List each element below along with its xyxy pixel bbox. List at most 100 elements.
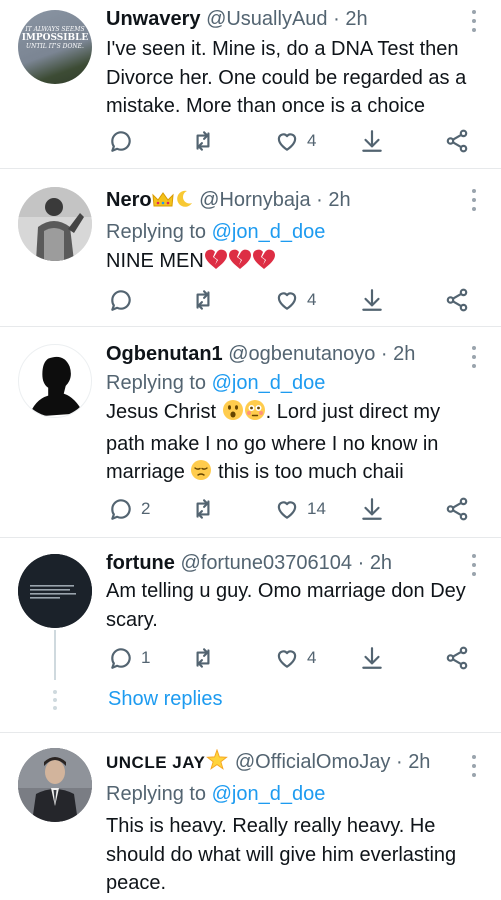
tweet[interactable]: IT ALWAYS SEEMS IMPOSSIBLE UNTIL IT'S DO… xyxy=(0,0,501,168)
thread-dots-icon xyxy=(52,690,58,710)
tweet-text: Jesus Christ . Lord just direct my path … xyxy=(106,398,467,490)
tweet-actions: 1 4 xyxy=(106,644,478,672)
reply-icon xyxy=(111,131,131,152)
timestamp[interactable]: 2h xyxy=(345,8,367,30)
tweet[interactable]: fortune @fortune03706104 · 2h Am telling… xyxy=(0,538,501,678)
retweet-icon xyxy=(196,290,210,310)
share-button[interactable] xyxy=(444,286,470,314)
share-icon xyxy=(446,288,468,312)
like-icon xyxy=(277,292,297,310)
separator: · xyxy=(333,8,340,30)
display-name[interactable]: Nero xyxy=(106,189,152,211)
display-name[interactable]: Unwavery xyxy=(106,8,201,30)
user-handle[interactable]: @OfficialOmoJay xyxy=(235,751,391,773)
thread-line xyxy=(54,630,56,680)
download-button[interactable] xyxy=(359,286,385,314)
user-handle[interactable]: @Hornybaja xyxy=(199,189,310,211)
share-button[interactable] xyxy=(444,644,470,672)
like-button[interactable]: 4 xyxy=(274,286,316,314)
like-button[interactable]: 4 xyxy=(274,127,316,155)
reply-button[interactable]: 2 xyxy=(108,495,150,523)
tweet-text-part: this is too much chaii xyxy=(212,461,404,483)
retweet-button[interactable] xyxy=(190,286,223,314)
reply-button[interactable]: 1 xyxy=(108,644,150,672)
broken-heart-icon xyxy=(252,248,276,279)
like-icon xyxy=(277,133,297,151)
tweet[interactable]: Ogbenutan1 @ogbenutanoyo · 2h Replying t… xyxy=(0,327,501,537)
separator: · xyxy=(380,343,388,365)
download-button[interactable] xyxy=(359,644,385,672)
avatar[interactable] xyxy=(18,187,92,261)
download-icon xyxy=(362,289,382,311)
user-handle[interactable]: @ogbenutanoyo xyxy=(228,343,375,365)
display-name[interactable]: fortune xyxy=(106,552,175,574)
replying-to-handle[interactable]: @jon_d_doe xyxy=(212,221,326,243)
tweet-header: fortune @fortune03706104 · 2h xyxy=(106,550,467,576)
like-count: 4 xyxy=(307,648,317,667)
avatar-photo xyxy=(18,187,92,261)
replying-to-handle[interactable]: @jon_d_doe xyxy=(212,372,326,394)
retweet-button[interactable] xyxy=(190,127,223,155)
timestamp[interactable]: 2h xyxy=(393,343,415,365)
avatar[interactable] xyxy=(18,344,92,418)
avatar-caption: IT ALWAYS SEEMS xyxy=(25,26,85,33)
share-button[interactable] xyxy=(444,127,470,155)
replying-to: Replying to @jon_d_doe xyxy=(106,218,467,246)
separator: · xyxy=(316,189,323,211)
avatar[interactable] xyxy=(18,748,92,822)
tweet[interactable]: Nero @Hornybaja · 2h Replying to @jon_d_… xyxy=(0,169,501,326)
tweet[interactable]: UNCLE JAY @OfficialOmoJay · 2h Replying … xyxy=(0,733,501,900)
display-name[interactable]: UNCLE JAY xyxy=(106,753,205,772)
like-count: 4 xyxy=(307,131,317,150)
broken-heart-icon xyxy=(204,248,228,279)
more-icon[interactable] xyxy=(469,755,479,777)
like-button[interactable]: 4 xyxy=(274,644,316,672)
retweet-icon xyxy=(196,131,210,151)
avatar-photo xyxy=(18,748,92,822)
timestamp[interactable]: 2h xyxy=(328,189,350,211)
avatar[interactable] xyxy=(18,554,92,628)
share-icon xyxy=(446,129,468,153)
avatar-caption: UNTIL IT'S DONE. xyxy=(26,43,84,50)
reply-button[interactable] xyxy=(108,286,141,314)
download-button[interactable] xyxy=(359,127,385,155)
avatar-quote-text xyxy=(18,554,92,628)
retweet-button[interactable] xyxy=(190,644,223,672)
reply-icon xyxy=(111,290,131,311)
glowing-star-icon xyxy=(205,749,229,778)
timestamp[interactable]: 2h xyxy=(408,751,430,773)
retweet-icon xyxy=(196,648,210,668)
replying-to-label: Replying to xyxy=(106,372,207,394)
avatar[interactable]: IT ALWAYS SEEMS IMPOSSIBLE UNTIL IT'S DO… xyxy=(18,10,92,84)
tweet-text: Am telling u guy. Omo marriage don Dey s… xyxy=(106,580,466,631)
tweet-header: Nero @Hornybaja · 2h xyxy=(106,187,467,216)
show-replies-link[interactable]: Show replies xyxy=(108,688,223,711)
tweet-text: This is heavy. Really really heavy. He s… xyxy=(106,815,457,894)
more-icon[interactable] xyxy=(469,554,479,576)
reply-button[interactable] xyxy=(108,127,141,155)
user-handle[interactable]: @UsuallyAud xyxy=(206,8,327,30)
tweet-text: I've seen it. Mine is, do a DNA Test the… xyxy=(106,38,467,117)
download-button[interactable] xyxy=(359,495,385,523)
replying-to-label: Replying to xyxy=(106,221,207,243)
tweet-header: Ogbenutan1 @ogbenutanoyo · 2h xyxy=(106,341,467,367)
retweet-icon xyxy=(196,499,210,519)
like-icon xyxy=(277,501,297,519)
pensive-face-icon xyxy=(190,459,212,490)
avatar-caption: IMPOSSIBLE xyxy=(21,33,89,43)
user-handle[interactable]: @fortune03706104 xyxy=(180,552,352,574)
more-icon[interactable] xyxy=(469,10,479,32)
more-icon[interactable] xyxy=(469,346,479,368)
more-icon[interactable] xyxy=(469,189,479,211)
timestamp[interactable]: 2h xyxy=(370,552,392,574)
retweet-button[interactable] xyxy=(190,495,223,523)
reply-count: 1 xyxy=(141,648,151,667)
replying-to-handle[interactable]: @jon_d_doe xyxy=(212,783,326,805)
tweet-actions: 4 xyxy=(106,286,478,314)
share-button[interactable] xyxy=(444,495,470,523)
tweet-header: UNCLE JAY @OfficialOmoJay · 2h xyxy=(106,749,467,778)
astonished-face-icon xyxy=(222,399,244,430)
flushed-face-icon xyxy=(244,399,266,430)
like-button[interactable]: 14 xyxy=(274,495,326,523)
display-name[interactable]: Ogbenutan1 xyxy=(106,343,223,365)
